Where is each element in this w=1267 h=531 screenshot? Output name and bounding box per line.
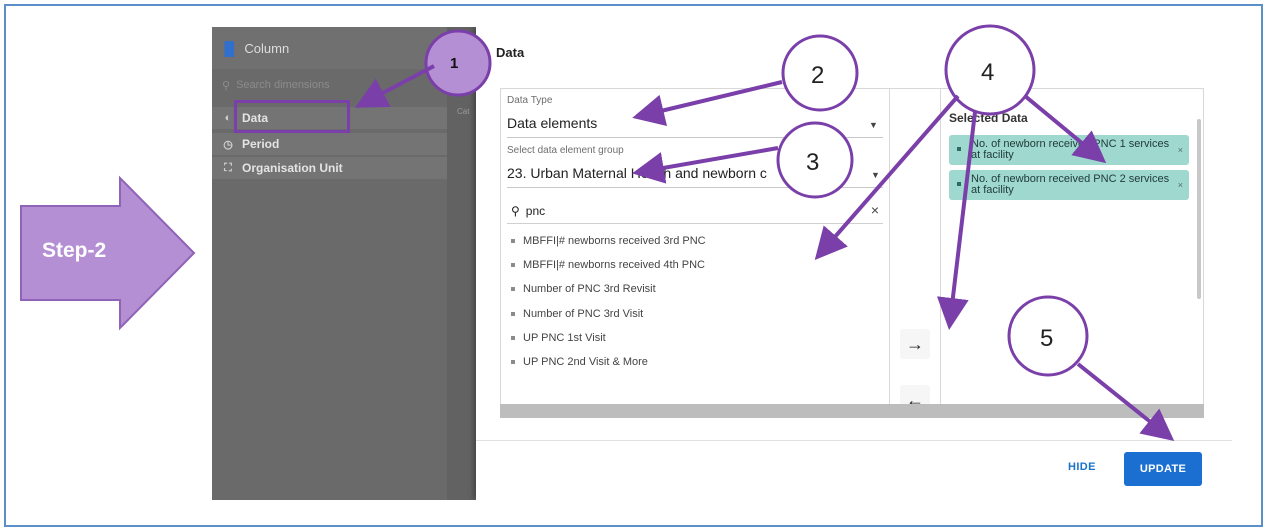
bullet-icon (511, 311, 515, 316)
close-icon[interactable]: × (1178, 145, 1183, 156)
hide-button[interactable]: HIDE (1068, 461, 1096, 473)
dimension-item-organisation-unit[interactable]: ⛶ Organisation Unit (212, 157, 447, 179)
bullet-icon (511, 335, 515, 340)
callout-number-1: 1 (450, 55, 459, 72)
detail-select[interactable]: Totals (803, 165, 840, 181)
dimension-item-period[interactable]: ◷ Period (212, 133, 447, 155)
data-dialog: Data Data Type Data elements ▼ Select da… (476, 27, 1232, 500)
list-item-label: Number of PNC 3rd Visit (523, 307, 644, 320)
dimension-item-label: Organisation Unit (242, 161, 343, 175)
list-item-label: MBFFI|# newborns received 3rd PNC (523, 235, 706, 248)
dimension-panel: ▐▌ Column ⚲ Search dimensions ◐ Data ◷ P… (212, 27, 447, 500)
search-value: pnc (525, 203, 546, 218)
org-tree-icon: ⛶ (224, 161, 232, 174)
list-item-label: Number of PNC 3rd Revisit (523, 283, 656, 296)
data-highlight-box (234, 100, 350, 133)
search-icon: ⚲ (222, 79, 231, 92)
bullet-icon (957, 147, 961, 151)
selected-item[interactable]: No. of newborn received PNC 1 services a… (949, 135, 1189, 165)
list-item[interactable]: UP PNC 2nd Visit & More (507, 350, 883, 374)
list-item[interactable]: MBFFI|# newborns received 4th PNC (507, 253, 883, 277)
footer-divider (476, 440, 1232, 441)
dimension-search[interactable]: ⚲ Search dimensions (212, 71, 447, 99)
dimension-item-label: Period (242, 137, 280, 151)
add-selected-button[interactable]: → (900, 329, 930, 359)
selected-item[interactable]: No. of newborn received PNC 2 services a… (949, 170, 1189, 200)
search-input[interactable]: ⚲ pnc × (507, 198, 883, 224)
layout-strip: Cat (447, 27, 477, 500)
app-screenshot: ▐▌ Column ⚲ Search dimensions ◐ Data ◷ P… (212, 27, 1232, 500)
list-item[interactable]: MBFFI|# newborns received 3rd PNC (507, 229, 883, 253)
selected-item-label: No. of newborn received PNC 1 services a… (971, 138, 1170, 161)
bullet-icon (957, 182, 961, 186)
visualization-type-selector[interactable]: ▐▌ Column (212, 27, 447, 69)
search-icon: ⚲ (511, 203, 520, 218)
list-item-label: MBFFI|# newborns received 4th PNC (523, 259, 705, 272)
selected-title: Selected Data (949, 111, 1028, 125)
dropdown-caret-icon[interactable]: ▼ (871, 170, 880, 180)
transfer-buttons: → ← (890, 88, 940, 415)
scrollbar[interactable] (1197, 119, 1201, 299)
selected-item-label: No. of newborn received PNC 2 services a… (971, 173, 1170, 196)
database-icon: ◐ (224, 112, 232, 124)
dimension-search-placeholder: Search dimensions (236, 79, 330, 91)
bullet-icon (511, 287, 515, 292)
list-item[interactable]: Number of PNC 3rd Revisit (507, 277, 883, 301)
element-group-select[interactable]: 23. Urban Maternal Health and newborn c (507, 165, 797, 181)
bullet-icon (511, 263, 515, 268)
detail-label: Detail (803, 145, 829, 156)
list-item-label: UP PNC 1st Visit (523, 331, 606, 344)
element-group-label: Select data element group (507, 145, 624, 156)
close-icon[interactable]: × (871, 202, 879, 218)
field-underline (507, 187, 883, 188)
close-icon[interactable]: × (1178, 180, 1183, 191)
dialog-title: Data (496, 45, 525, 60)
source-list: MBFFI|# newborns received 3rd PNC MBFFI|… (507, 229, 883, 374)
bullet-icon (511, 239, 515, 244)
layout-strip-label: Cat (457, 107, 470, 116)
clock-icon: ◷ (223, 138, 233, 151)
dropdown-caret-icon[interactable]: ▼ (869, 120, 878, 130)
column-chart-icon: ▐▌ (220, 40, 239, 56)
list-item[interactable]: Number of PNC 3rd Visit (507, 302, 883, 326)
data-type-select[interactable]: Data elements (507, 115, 597, 131)
selected-panel: Selected Data No. of newborn received PN… (940, 88, 1204, 406)
step-label: Step-2 (42, 239, 107, 262)
list-item-label: UP PNC 2nd Visit & More (523, 356, 648, 369)
update-button[interactable]: UPDATE (1124, 452, 1202, 486)
field-underline (507, 137, 883, 138)
list-item[interactable]: UP PNC 1st Visit (507, 326, 883, 350)
source-panel: Data Type Data elements ▼ Select data el… (500, 88, 890, 406)
bullet-icon (511, 360, 515, 365)
horizontal-scrollbar[interactable] (500, 404, 1204, 418)
visualization-type-label: Column (244, 40, 290, 56)
data-type-label: Data Type (507, 95, 553, 106)
